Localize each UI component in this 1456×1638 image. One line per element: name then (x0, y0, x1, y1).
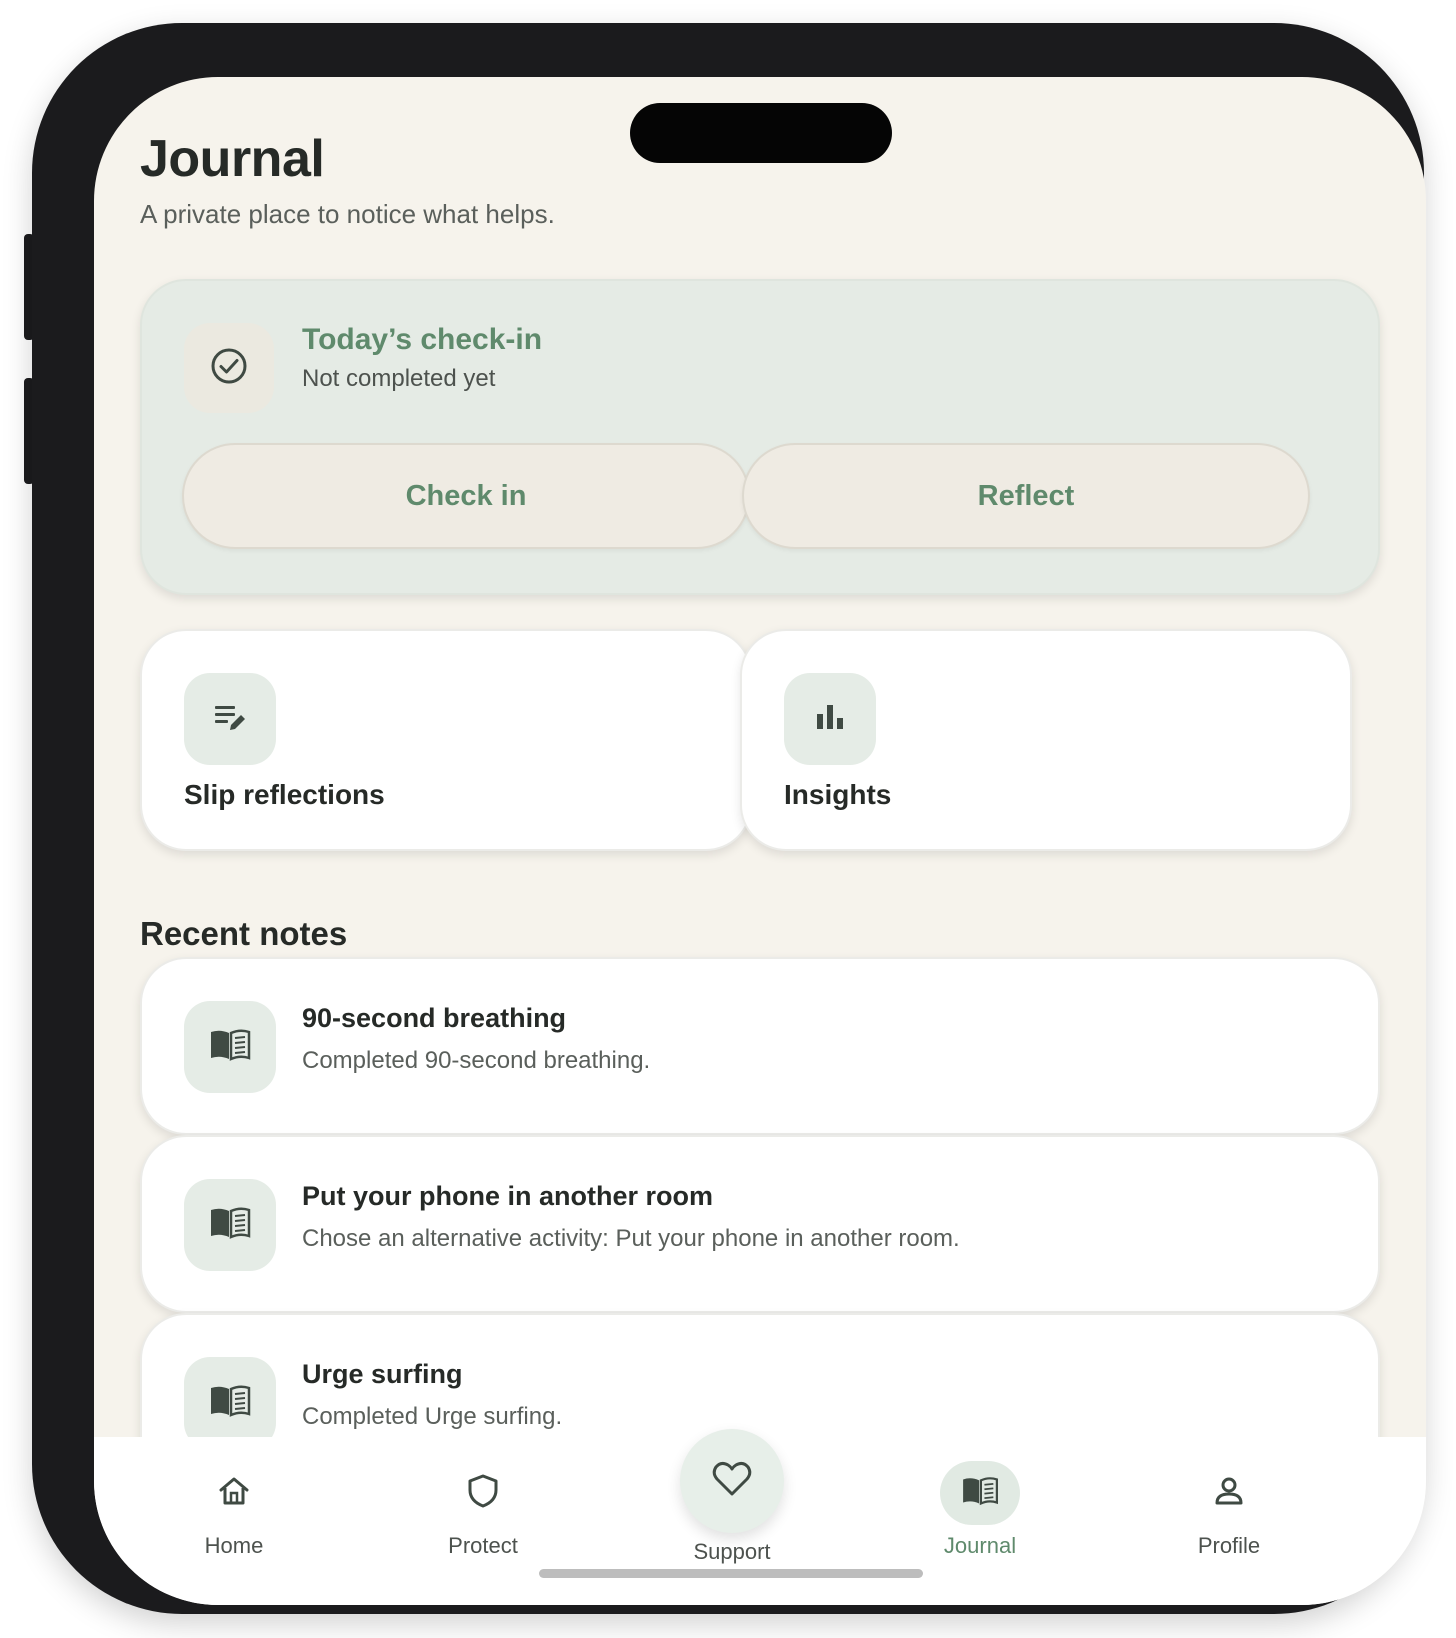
note-icon-box (184, 1179, 276, 1271)
nav-icon-container (1189, 1461, 1269, 1525)
page-subtitle: A private place to notice what helps. (140, 199, 555, 229)
checkin-card: Today’s check-in Not completed yet Check… (140, 279, 1380, 595)
edit-note-icon (210, 697, 250, 742)
reflect-button-label: Reflect (977, 479, 1075, 512)
checkin-status: Not completed yet (302, 365, 496, 392)
note-item[interactable]: Put your phone in another room Chose an … (140, 1135, 1380, 1313)
note-description: Completed 90-second breathing. (302, 1047, 651, 1074)
book-icon (208, 1027, 252, 1068)
note-description: Chose an alternative activity: Put your … (302, 1225, 960, 1252)
note-title: 90-second breathing (302, 1003, 567, 1033)
nav-label-profile: Profile (1197, 1533, 1261, 1558)
page-title: Journal (140, 130, 325, 188)
nav-label-journal: Journal (943, 1533, 1017, 1558)
nav-icon-container (194, 1461, 274, 1525)
person-icon (1212, 1474, 1246, 1513)
checkin-icon-box (184, 323, 274, 413)
screen: Journal A private place to notice what h… (94, 77, 1426, 1605)
checkin-title: Today’s check-in (302, 323, 543, 356)
nav-item-home[interactable]: Home (134, 1461, 334, 1571)
note-item[interactable]: 90-second breathing Completed 90-second … (140, 957, 1380, 1135)
slip-reflections-tile[interactable]: Slip reflections (140, 629, 752, 851)
home-icon (217, 1474, 251, 1513)
phone-frame: Journal A private place to notice what h… (32, 23, 1426, 1614)
note-title: Put your phone in another room (302, 1181, 713, 1211)
shield-icon (466, 1473, 500, 1514)
book-icon (208, 1383, 252, 1424)
support-button[interactable] (680, 1429, 784, 1533)
nav-label-support: Support (693, 1539, 771, 1564)
check-in-button[interactable]: Check in (182, 443, 750, 549)
book-icon (960, 1475, 1000, 1512)
bar-chart-icon (810, 697, 850, 742)
note-description: Completed Urge surfing. (302, 1403, 563, 1430)
nav-item-profile[interactable]: Profile (1129, 1461, 1329, 1571)
dynamic-island (630, 103, 892, 163)
recent-notes-title: Recent notes (140, 915, 348, 952)
insights-label: Insights (784, 779, 892, 810)
nav-item-journal[interactable]: Journal (880, 1461, 1080, 1571)
nav-icon-container (443, 1461, 523, 1525)
insights-icon-box (784, 673, 876, 765)
check-circle-icon (209, 346, 249, 391)
reflect-button[interactable]: Reflect (742, 443, 1310, 549)
home-indicator[interactable] (539, 1569, 923, 1578)
nav-label-protect: Protect (448, 1533, 518, 1558)
nav-item-protect[interactable]: Protect (383, 1461, 583, 1571)
heart-icon (711, 1459, 753, 1504)
slip-reflections-icon-box (184, 673, 276, 765)
note-icon-box (184, 1357, 276, 1449)
note-title: Urge surfing (302, 1359, 463, 1389)
insights-tile[interactable]: Insights (740, 629, 1352, 851)
nav-icon-container (940, 1461, 1020, 1525)
note-icon-box (184, 1001, 276, 1093)
book-icon (208, 1205, 252, 1246)
nav-label-home: Home (204, 1533, 264, 1558)
slip-reflections-label: Slip reflections (184, 779, 385, 810)
check-in-button-label: Check in (405, 479, 527, 512)
